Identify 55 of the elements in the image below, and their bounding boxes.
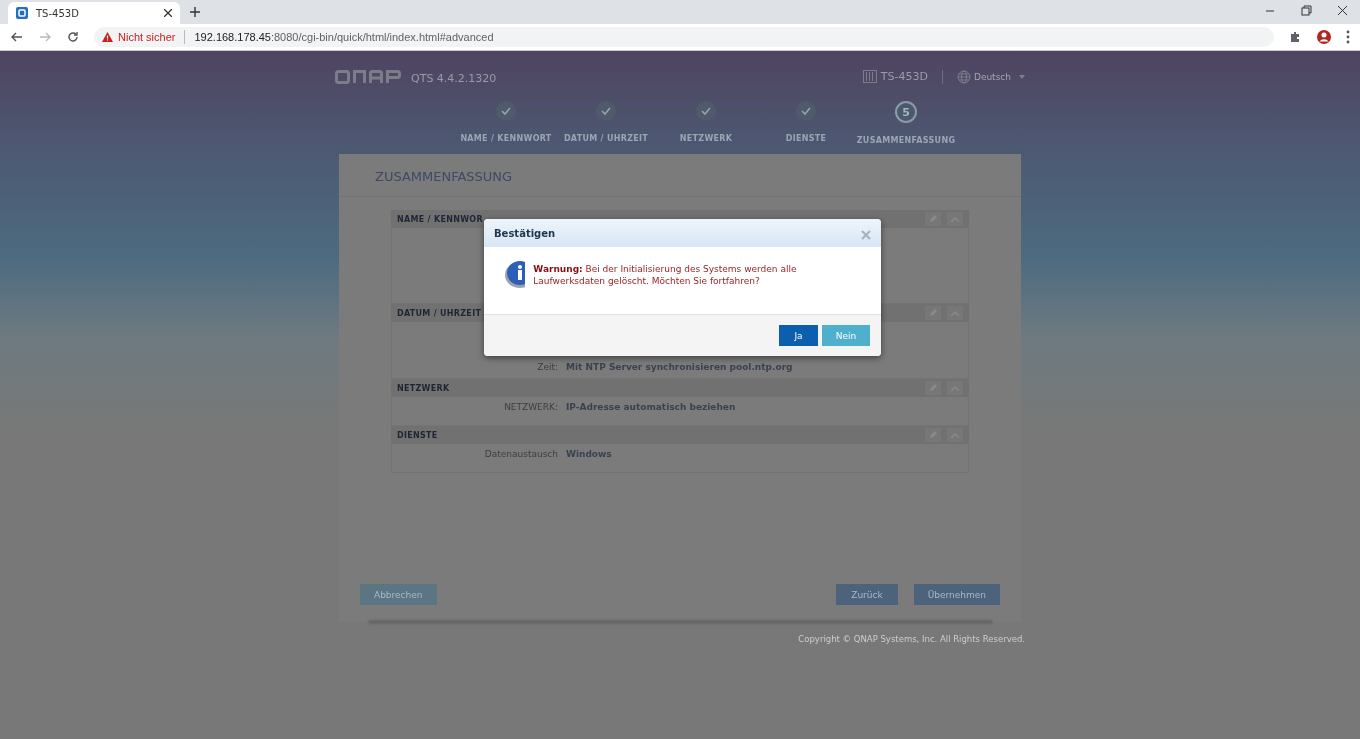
section-title: NETZWERK — [397, 383, 451, 393]
dialog-title: Bestätigen — [494, 227, 557, 239]
step-label: DIENSTE — [785, 134, 827, 143]
new-tab-icon[interactable] — [190, 7, 200, 17]
reload-icon[interactable] — [66, 30, 80, 44]
close-icon[interactable] — [164, 9, 172, 17]
extension-icon[interactable] — [1288, 30, 1302, 44]
field-label: Datenaustausch — [483, 449, 558, 459]
version-label: QTS 4.4.2.1320 — [411, 72, 497, 85]
app-logo-icon — [16, 7, 28, 19]
field-value: Windows — [566, 449, 612, 459]
menu-icon[interactable] — [1346, 30, 1350, 44]
step-label: NETZWERK — [679, 134, 733, 143]
cancel-button[interactable]: Abbrechen — [360, 584, 437, 605]
warning-icon — [102, 32, 113, 42]
no-button[interactable]: Nein — [822, 325, 870, 346]
back-icon[interactable] — [10, 30, 24, 44]
globe-icon[interactable] — [956, 69, 971, 84]
section-title: NAME / KENNWOR — [397, 214, 484, 224]
edit-icon[interactable] — [925, 212, 941, 226]
collapse-icon[interactable] — [947, 212, 963, 226]
step-number: 5 — [895, 101, 917, 123]
card-title: ZUSAMMENFASSUNG — [339, 154, 1021, 197]
edit-icon[interactable] — [925, 428, 941, 442]
field-label: NETZWERK: — [503, 402, 558, 412]
forward-icon[interactable] — [38, 30, 52, 44]
edit-icon[interactable] — [925, 306, 941, 320]
security-label[interactable]: Nicht sicher — [118, 31, 176, 43]
field-label: Zeit: — [536, 362, 558, 372]
logo-drawing — [335, 69, 403, 84]
profile-icon[interactable] — [1316, 29, 1332, 45]
url-text: 192.168.178.45:8080/cgi-bin/quick/html/index.html#advanced — [194, 31, 494, 43]
field-value: Mit NTP Server synchronisieren pool.ntp.org — [566, 362, 793, 372]
edit-icon[interactable] — [925, 381, 941, 395]
device-icon — [862, 70, 877, 83]
device-name: TS-453D — [880, 70, 928, 83]
collapse-icon[interactable] — [947, 428, 963, 442]
step-label: DATUM / UHRZEIT — [563, 134, 649, 143]
browser-tab[interactable]: TS-453D — [8, 2, 180, 24]
step-label: NAME / KENNWORT — [460, 134, 552, 143]
section-title: DATUM / UHRZEIT — [397, 308, 483, 318]
copyright-text: Copyright © QNAP Systems, Inc. All Rights Reserved. — [797, 634, 1025, 644]
collapse-icon[interactable] — [947, 381, 963, 395]
info-icon — [504, 259, 526, 289]
warning-message: Warnung: Bei der Initialisierung des Systems werden alle Laufwerksdaten gelöscht. Möchten Sie fortfahren? — [533, 264, 798, 288]
section-title: DIENSTE — [397, 430, 439, 440]
collapse-icon[interactable] — [947, 306, 963, 320]
yes-button[interactable]: Ja — [779, 325, 818, 346]
apply-button[interactable]: Übernehmen — [913, 584, 1000, 605]
language-selector[interactable]: Deutsch — [973, 71, 1011, 82]
caret-icon[interactable] — [1019, 74, 1025, 79]
field-value: IP-Adresse automatisch beziehen — [566, 402, 736, 412]
back-button[interactable]: Zurück — [836, 584, 898, 605]
address-bar[interactable]: Nicht sicher 192.168.178.45:8080/cgi-bin/quick/html/index.html#advanced — [94, 27, 1274, 47]
step-label: ZUSAMMENFASSUNG — [856, 136, 956, 145]
